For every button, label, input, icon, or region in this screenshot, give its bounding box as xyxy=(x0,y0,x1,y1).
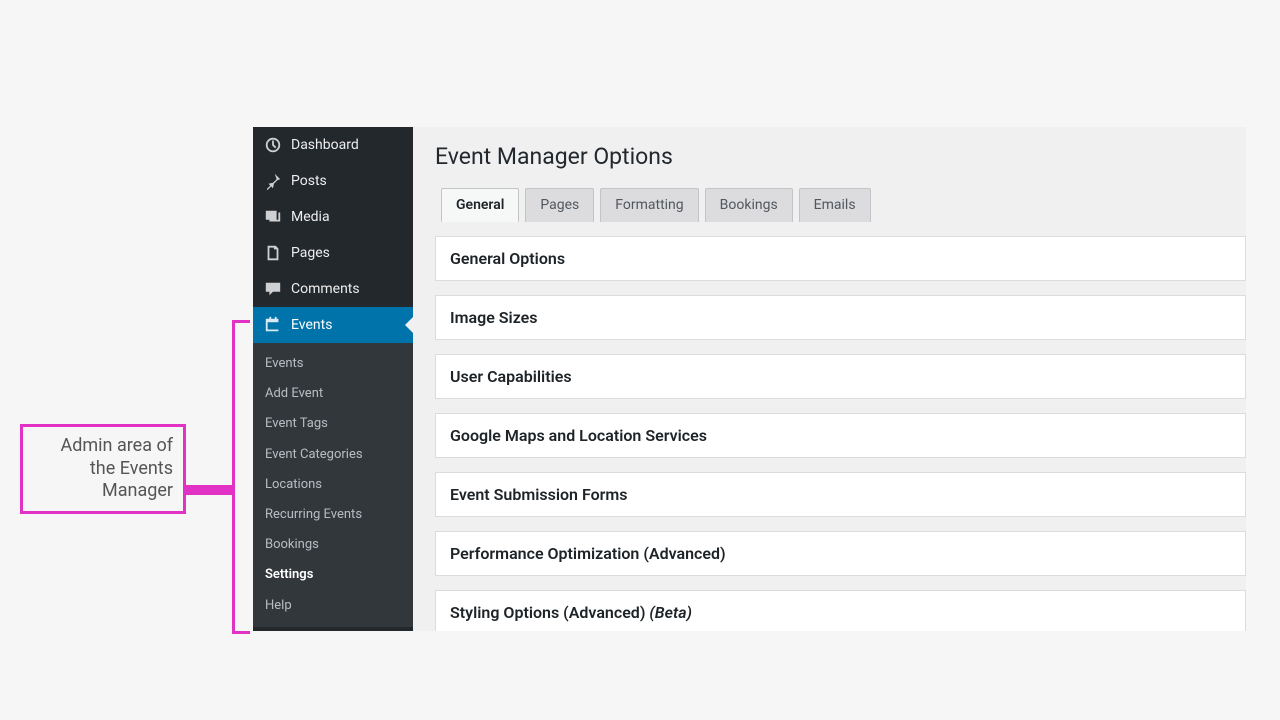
tab-bookings[interactable]: Bookings xyxy=(705,188,793,222)
submenu-item-event-categories[interactable]: Event Categories xyxy=(253,440,413,470)
panel-user-capabilities[interactable]: User Capabilities xyxy=(435,354,1246,399)
sidebar-item-label: Dashboard xyxy=(291,137,359,153)
tab-formatting[interactable]: Formatting xyxy=(600,188,698,222)
settings-panels: General Options Image Sizes User Capabil… xyxy=(435,236,1246,631)
panel-title: Styling Options (Advanced) xyxy=(450,603,645,622)
sidebar-item-label: Posts xyxy=(291,173,327,189)
annotation-bracket xyxy=(232,320,250,634)
pin-icon xyxy=(263,171,283,191)
submenu-item-events[interactable]: Events xyxy=(253,349,413,379)
sidebar-item-events[interactable]: Events xyxy=(253,307,413,343)
annotation-callout: Admin area of the Events Manager xyxy=(20,424,186,514)
page-title: Event Manager Options xyxy=(435,143,1246,170)
submenu-item-add-event[interactable]: Add Event xyxy=(253,379,413,409)
submenu-item-event-tags[interactable]: Event Tags xyxy=(253,409,413,439)
panel-google-maps[interactable]: Google Maps and Location Services xyxy=(435,413,1246,458)
sidebar-item-dashboard[interactable]: Dashboard xyxy=(253,127,413,163)
sidebar-item-label: Events xyxy=(291,317,332,333)
media-icon xyxy=(263,207,283,227)
panel-event-submission[interactable]: Event Submission Forms xyxy=(435,472,1246,517)
settings-tabs: General Pages Formatting Bookings Emails xyxy=(441,188,1246,222)
submenu-item-recurring-events[interactable]: Recurring Events xyxy=(253,500,413,530)
sidebar-item-label: Comments xyxy=(291,281,360,297)
sidebar-item-pages[interactable]: Pages xyxy=(253,235,413,271)
dashboard-icon xyxy=(263,135,283,155)
calendar-icon xyxy=(263,315,283,335)
sidebar-item-posts[interactable]: Posts xyxy=(253,163,413,199)
panel-performance[interactable]: Performance Optimization (Advanced) xyxy=(435,531,1246,576)
submenu-item-settings[interactable]: Settings xyxy=(253,560,413,590)
sidebar-item-media[interactable]: Media xyxy=(253,199,413,235)
submenu-item-help[interactable]: Help xyxy=(253,591,413,621)
admin-window: Dashboard Posts Media Pages Comments xyxy=(253,127,1246,631)
tab-emails[interactable]: Emails xyxy=(799,188,871,222)
content-area: Event Manager Options General Pages Form… xyxy=(413,127,1246,631)
submenu-item-locations[interactable]: Locations xyxy=(253,470,413,500)
events-submenu: Events Add Event Event Tags Event Catego… xyxy=(253,343,413,627)
panel-general-options[interactable]: General Options xyxy=(435,236,1246,281)
sidebar-item-label: Pages xyxy=(291,245,330,261)
submenu-item-bookings[interactable]: Bookings xyxy=(253,530,413,560)
panel-styling-options[interactable]: Styling Options (Advanced) (Beta) xyxy=(435,590,1246,631)
sidebar-item-label: Media xyxy=(291,209,330,225)
panel-suffix: (Beta) xyxy=(649,603,692,622)
admin-sidebar: Dashboard Posts Media Pages Comments xyxy=(253,127,413,631)
tab-general[interactable]: General xyxy=(441,188,519,222)
comments-icon xyxy=(263,279,283,299)
tab-pages[interactable]: Pages xyxy=(525,188,594,222)
sidebar-item-comments[interactable]: Comments xyxy=(253,271,413,307)
annotation-connector xyxy=(186,485,233,495)
panel-image-sizes[interactable]: Image Sizes xyxy=(435,295,1246,340)
pages-icon xyxy=(263,243,283,263)
